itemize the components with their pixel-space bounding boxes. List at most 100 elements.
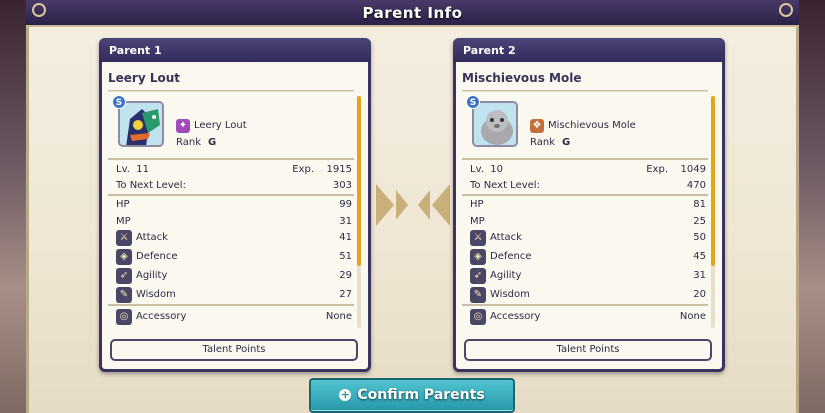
- boot-icon: ➶: [470, 268, 486, 284]
- book-icon: ✎: [470, 287, 486, 303]
- monster-portrait: [472, 101, 518, 147]
- hp-row: HP 99: [116, 197, 352, 213]
- divider: [462, 90, 708, 92]
- rank-label: Rank: [176, 137, 201, 148]
- ring-icon: ◎: [470, 309, 486, 325]
- exp-label: Exp.: [292, 164, 314, 175]
- attack-label: Attack: [136, 232, 168, 243]
- mp-label: MP: [116, 216, 131, 227]
- scrollbar[interactable]: [711, 96, 715, 328]
- accessory-value: None: [325, 311, 352, 322]
- divider: [462, 304, 708, 306]
- scrollbar[interactable]: [357, 96, 361, 328]
- level-label: Lv. 10: [470, 164, 503, 175]
- scrollbar-thumb[interactable]: [357, 96, 361, 266]
- parent-2-card: Parent 2 Mischievous Mole S ❖ Mischievou…: [453, 38, 725, 372]
- wisdom-value: 20: [693, 289, 706, 300]
- accessory-row: ◎ Accessory None: [116, 309, 352, 325]
- book-icon: ✎: [116, 287, 132, 303]
- accessory-label: Accessory: [136, 311, 187, 322]
- ring-icon: ◎: [116, 309, 132, 325]
- attack-row: ⚔ Attack 50: [470, 230, 706, 246]
- agility-row: ➶ Agility 31: [470, 268, 706, 284]
- monster-name: Mischievous Mole: [548, 120, 636, 131]
- divider: [108, 90, 354, 92]
- divider: [108, 194, 354, 196]
- wisdom-label: Wisdom: [490, 289, 530, 300]
- size-badge: S: [112, 95, 126, 109]
- mp-value: 25: [693, 216, 706, 227]
- boot-icon: ➶: [116, 268, 132, 284]
- rank-value: G: [208, 137, 217, 148]
- hp-value: 81: [693, 199, 706, 210]
- next-level-label: To Next Level:: [470, 180, 540, 191]
- defence-row: ◈ Defence 45: [470, 249, 706, 265]
- attack-row: ⚔ Attack 41: [116, 230, 352, 246]
- wisdom-row: ✎ Wisdom 20: [470, 287, 706, 303]
- merge-arrows-icon: [376, 184, 450, 226]
- next-level-label: To Next Level:: [116, 180, 186, 191]
- next-level-value: 470: [686, 180, 706, 191]
- talent-points-button[interactable]: Talent Points: [464, 339, 712, 361]
- monster-portrait: [118, 101, 164, 147]
- parent-2-name: Mischievous Mole: [462, 71, 582, 85]
- scrollbar-thumb[interactable]: [711, 96, 715, 266]
- monster-summary: S ✦ Leery Lout Rank G: [112, 95, 356, 153]
- level-row: Lv. 11 Exp. 1915: [116, 162, 352, 178]
- attack-label: Attack: [490, 232, 522, 243]
- beast-family-icon: ❖: [530, 119, 544, 133]
- confirm-parents-label: Confirm Parents: [357, 387, 485, 403]
- accessory-label: Accessory: [490, 311, 541, 322]
- defence-label: Defence: [136, 251, 178, 262]
- defence-value: 45: [693, 251, 706, 262]
- parent-1-tab: Parent 1: [99, 38, 371, 62]
- mp-label: MP: [470, 216, 485, 227]
- defence-label: Defence: [490, 251, 532, 262]
- agility-label: Agility: [136, 270, 168, 281]
- hp-value: 99: [339, 199, 352, 210]
- talent-points-button[interactable]: Talent Points: [110, 339, 358, 361]
- next-level-value: 303: [332, 180, 352, 191]
- confirm-parents-button[interactable]: + Confirm Parents: [309, 378, 515, 413]
- divider: [108, 304, 354, 306]
- page-title: Parent Info: [362, 3, 463, 22]
- next-level-row: To Next Level: 470: [470, 178, 706, 194]
- parent-1-name: Leery Lout: [108, 71, 181, 85]
- level-row: Lv. 10 Exp. 1049: [470, 162, 706, 178]
- mp-value: 31: [339, 216, 352, 227]
- title-bar: Parent Info: [26, 0, 799, 27]
- size-badge: S: [466, 95, 480, 109]
- shield-icon: ◈: [116, 249, 132, 265]
- mp-row: MP 31: [116, 214, 352, 230]
- hp-row: HP 81: [470, 197, 706, 213]
- accessory-row: ◎ Accessory None: [470, 309, 706, 325]
- divider: [108, 158, 354, 160]
- shield-icon: ◈: [470, 249, 486, 265]
- wisdom-label: Wisdom: [136, 289, 176, 300]
- wisdom-value: 27: [339, 289, 352, 300]
- hp-label: HP: [470, 199, 484, 210]
- monster-summary: S ❖ Mischievous Mole Rank G: [466, 95, 710, 153]
- rank-label: Rank: [530, 137, 555, 148]
- demon-family-icon: ✦: [176, 119, 190, 133]
- sword-icon: ⚔: [116, 230, 132, 246]
- parent-1-card: Parent 1 Leery Lout S ✦ Leery Lout Rank …: [99, 38, 371, 372]
- accessory-value: None: [679, 311, 706, 322]
- defence-row: ◈ Defence 51: [116, 249, 352, 265]
- defence-value: 51: [339, 251, 352, 262]
- parent-2-tab: Parent 2: [453, 38, 725, 62]
- agility-row: ➶ Agility 29: [116, 268, 352, 284]
- attack-value: 41: [339, 232, 352, 243]
- plus-icon: +: [339, 388, 352, 401]
- exp-value: 1049: [680, 164, 706, 175]
- exp-label: Exp.: [646, 164, 668, 175]
- ornament-icon: [32, 3, 46, 17]
- ornament-icon: [779, 3, 793, 17]
- divider: [462, 158, 708, 160]
- agility-label: Agility: [490, 270, 522, 281]
- monster-name: Leery Lout: [194, 120, 247, 131]
- rank-value: G: [562, 137, 571, 148]
- level-label: Lv. 11: [116, 164, 149, 175]
- mp-row: MP 25: [470, 214, 706, 230]
- wisdom-row: ✎ Wisdom 27: [116, 287, 352, 303]
